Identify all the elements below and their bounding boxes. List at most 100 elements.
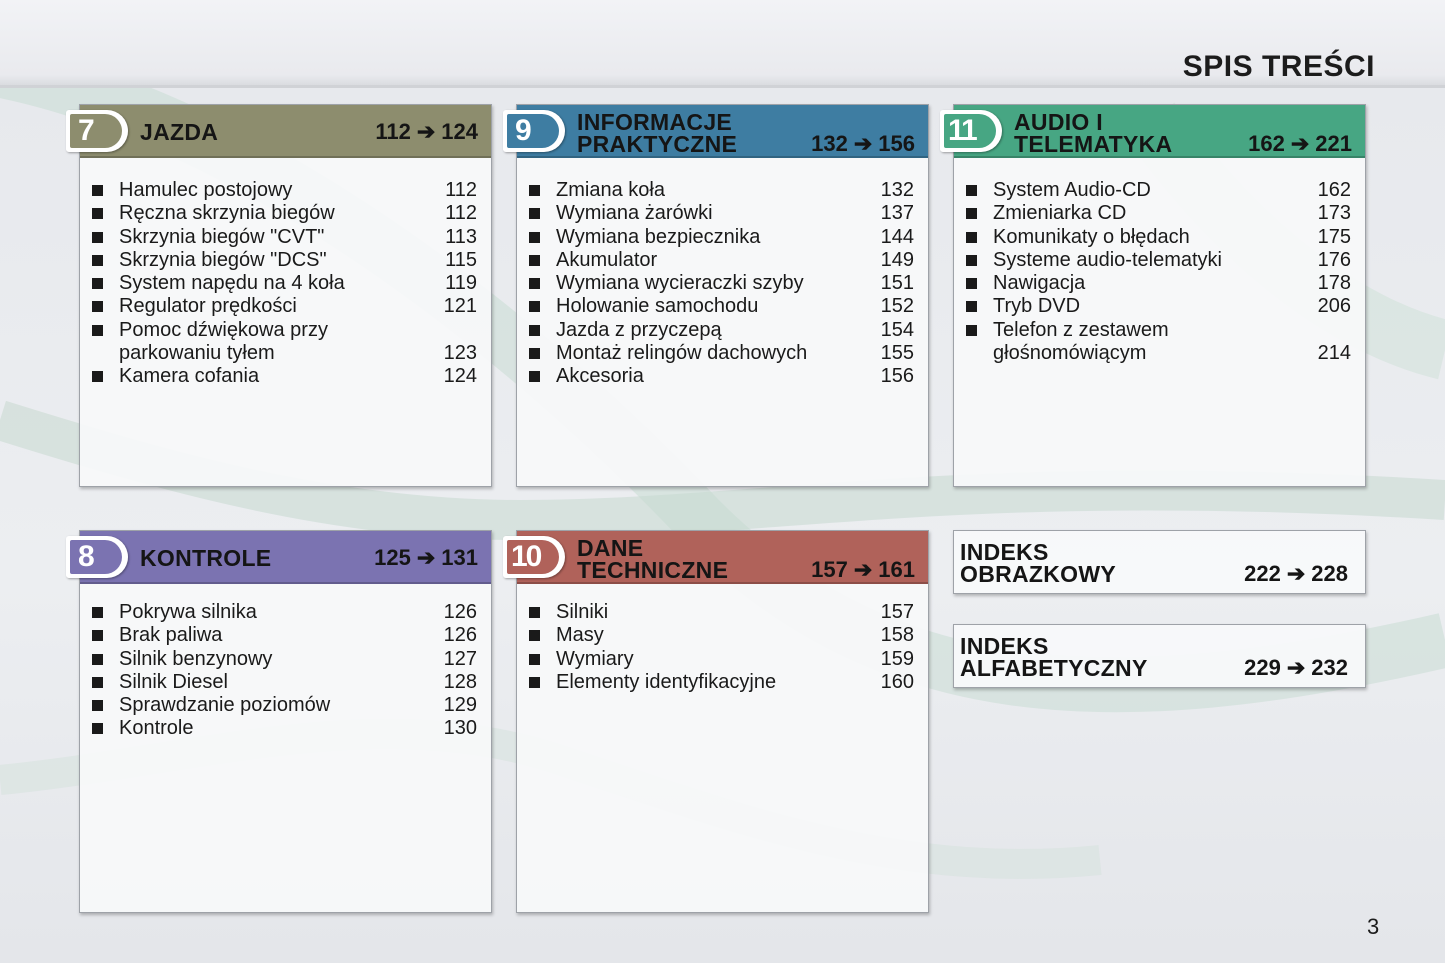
toc-item[interactable]: Hamulec postojowy 112 — [92, 179, 477, 202]
toc-item[interactable]: Silnik benzynowy 127 — [92, 648, 477, 671]
toc-item[interactable]: Kontrole 130 — [92, 717, 477, 740]
toc-item[interactable]: Skrzynia biegów "DCS" 115 — [92, 249, 477, 272]
toc-item[interactable]: Zmieniarka CD 173 — [966, 202, 1351, 225]
toc-item[interactable]: Akcesoria 156 — [529, 365, 914, 388]
square-bullet-icon — [92, 324, 103, 336]
section-title[interactable]: KONTROLE — [140, 547, 271, 570]
square-bullet-icon — [966, 185, 977, 196]
square-bullet-icon — [92, 653, 103, 665]
square-bullet-icon — [529, 324, 540, 336]
section-number: 10 — [507, 540, 559, 574]
square-bullet-icon — [529, 607, 540, 618]
section-page-range[interactable]: 157 ➔ 161 — [811, 559, 915, 581]
square-bullet-icon — [92, 301, 103, 313]
toc-list: Hamulec postojowy 112 Ręczna skrzynia bie… — [92, 179, 477, 389]
arrow-right-icon: ➔ — [853, 557, 873, 582]
section-number: 9 — [507, 114, 559, 148]
square-bullet-icon — [529, 630, 540, 642]
section-title[interactable]: DANE TECHNICZNE — [577, 537, 728, 582]
toc-item[interactable]: Systeme audio-telematyki 176 — [966, 249, 1351, 272]
toc-item[interactable]: Wymiary 159 — [529, 648, 914, 671]
toc-item[interactable]: System Audio-CD 162 — [966, 179, 1351, 202]
section-number: 11 — [944, 114, 996, 148]
square-bullet-icon — [92, 231, 103, 243]
toc-item[interactable]: Kamera cofania 124 — [92, 365, 477, 388]
section-card-10: 10 DANE TECHNICZNE 157 ➔ 161 Silniki 157 Mas… — [503, 530, 929, 913]
square-bullet-icon — [529, 208, 540, 220]
section-number: 8 — [70, 540, 122, 574]
square-bullet-icon — [529, 278, 540, 290]
toc-item[interactable]: Nawigacja 178 — [966, 272, 1351, 295]
section-title[interactable]: INFORMACJE PRAKTYCZNE — [577, 111, 737, 156]
toc-item[interactable]: Brak paliwa 126 — [92, 624, 477, 647]
page-number: 3 — [1367, 914, 1380, 939]
toc-item[interactable]: Pomoc dźwiękowa przy parkowaniu tyłem 123 — [92, 319, 477, 366]
toc-item[interactable]: Telefon z zestawem głośnomówiącym 214 — [966, 319, 1351, 366]
square-bullet-icon — [529, 676, 540, 688]
square-bullet-icon — [966, 231, 977, 243]
arrow-right-icon: ➔ — [1290, 131, 1310, 156]
toc-item[interactable]: Elementy identyfikacyjne 160 — [529, 671, 914, 694]
page-title: SPIS TREŚCI — [1182, 50, 1375, 83]
square-bullet-icon — [529, 348, 540, 360]
toc-item[interactable]: Wymiana bezpiecznika 144 — [529, 226, 914, 249]
toc-item[interactable]: Silnik Diesel 128 — [92, 671, 477, 694]
index-page-range: 229 ➔ 232 — [1244, 655, 1348, 680]
toc-item[interactable]: Komunikaty o błędach 175 — [966, 226, 1351, 249]
arrow-right-icon: ➔ — [1286, 655, 1306, 680]
square-bullet-icon — [529, 254, 540, 266]
arrow-right-icon: ➔ — [853, 131, 873, 156]
section-badge: 8 — [66, 536, 128, 578]
index-title: INDEKS ALFABETYCZNY — [960, 633, 1148, 681]
square-bullet-icon — [966, 301, 977, 313]
index-obrazkowy-card[interactable]: INDEKS OBRAZKOWY 222 ➔ 228 — [953, 530, 1366, 594]
toc-item[interactable]: Wymiana wycieraczki szyby 151 — [529, 272, 914, 295]
square-bullet-icon — [92, 607, 103, 618]
toc-item[interactable]: Ręczna skrzynia biegów 112 — [92, 202, 477, 225]
toc-list: Zmiana koła 132 Wymiana żarówki 137 Wymian… — [529, 179, 914, 389]
square-bullet-icon — [92, 278, 103, 290]
square-bullet-icon — [966, 208, 977, 220]
toc-item[interactable]: Montaż relingów dachowych 155 — [529, 342, 914, 365]
square-bullet-icon — [529, 653, 540, 665]
section-page-range[interactable]: 162 ➔ 221 — [1248, 133, 1352, 155]
square-bullet-icon — [966, 324, 977, 336]
section-header: 8 KONTROLE 125 ➔ 131 — [66, 531, 491, 584]
section-header: 7 JAZDA 112 ➔ 124 — [66, 105, 491, 158]
toc-item[interactable]: Sprawdzanie poziomów 129 — [92, 694, 477, 717]
square-bullet-icon — [92, 676, 103, 688]
section-page-range[interactable]: 112 ➔ 124 — [375, 121, 478, 143]
toc-item[interactable]: Silniki 157 — [529, 601, 914, 624]
section-badge: 11 — [940, 110, 1002, 152]
index-alfabetyczny-card[interactable]: INDEKS ALFABETYCZNY 229 ➔ 232 — [953, 624, 1366, 688]
section-badge: 9 — [503, 110, 565, 152]
index-page-range: 222 ➔ 228 — [1244, 561, 1348, 586]
toc-item[interactable]: Holowanie samochodu 152 — [529, 295, 914, 318]
section-title[interactable]: AUDIO I TELEMATYKA — [1014, 111, 1172, 156]
square-bullet-icon — [92, 723, 103, 735]
toc-item[interactable]: Pokrywa silnika 126 — [92, 601, 477, 624]
toc-item[interactable]: Masy 158 — [529, 624, 914, 647]
toc-item[interactable]: Jazda z przyczepą 154 — [529, 319, 914, 342]
toc-item[interactable]: Skrzynia biegów "CVT" 113 — [92, 226, 477, 249]
square-bullet-icon — [92, 254, 103, 266]
square-bullet-icon — [92, 630, 103, 642]
toc-item[interactable]: Akumulator 149 — [529, 249, 914, 272]
square-bullet-icon — [529, 301, 540, 313]
square-bullet-icon — [529, 185, 540, 196]
toc-list: Pokrywa silnika 126 Brak paliwa 126 Silnik… — [92, 601, 477, 741]
section-title[interactable]: JAZDA — [140, 121, 218, 144]
section-page-range[interactable]: 125 ➔ 131 — [374, 547, 478, 569]
toc-item[interactable]: Tryb DVD 206 — [966, 295, 1351, 318]
section-header: 10 DANE TECHNICZNE 157 ➔ 161 — [503, 531, 928, 584]
toc-item[interactable]: System napędu na 4 koła 119 — [92, 272, 477, 295]
square-bullet-icon — [92, 371, 103, 383]
square-bullet-icon — [966, 254, 977, 266]
toc-item[interactable]: Zmiana koła 132 — [529, 179, 914, 202]
section-page-range[interactable]: 132 ➔ 156 — [811, 133, 915, 155]
square-bullet-icon — [529, 371, 540, 383]
arrow-right-icon: ➔ — [416, 119, 436, 144]
toc-item[interactable]: Wymiana żarówki 137 — [529, 202, 914, 225]
toc-item[interactable]: Regulator prędkości 121 — [92, 295, 477, 318]
section-number: 7 — [70, 114, 122, 148]
